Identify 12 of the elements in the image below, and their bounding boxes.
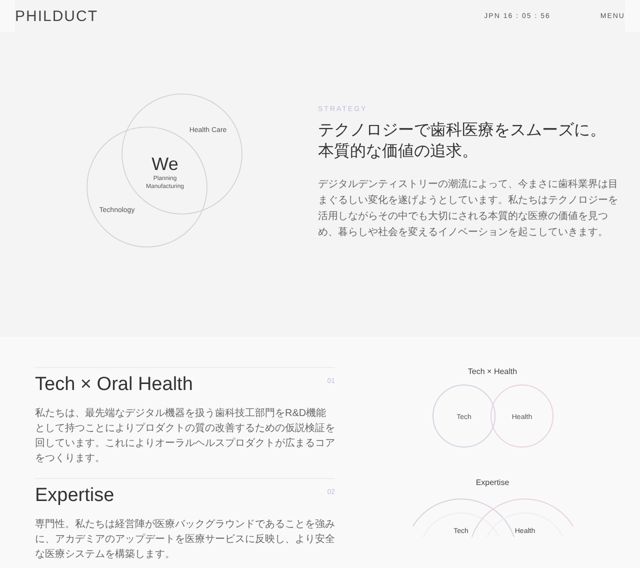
feature-paragraph: 専門性。私たちは経営陣が医療バックグラウンドであることを強みに、アカデミアのアップデートを医療サービスに反映し、より安全な医療システムを構築します。 <box>35 518 335 562</box>
diagram-title: Tech × Health <box>468 367 518 376</box>
venn-circle <box>432 384 495 448</box>
section-heading: テクノロジーで歯科医療をスムーズに。 本質的な価値の追求。 <box>318 121 607 162</box>
feature-title: Expertise <box>35 485 114 507</box>
diagram-center-title: We <box>152 154 178 174</box>
diagram-title: Expertise <box>476 478 510 487</box>
venn-circle <box>490 384 553 448</box>
section-paragraph: デジタルデンティストリーの潮流によって、今まさに歯科業界は目まぐるしい変化を遂げようとしています。私たちはテクノロジーを活用しながらその中でも大切にされる本質的な医療の価値を見つめ、暮らしや社会を変えるイノベーションを起こしていきます。 <box>318 178 618 240</box>
logo-wordmark[interactable]: PHILDUCT <box>15 8 98 24</box>
feature-title: Tech × Oral Health <box>35 374 193 396</box>
feature-paragraph: 私たちは、最先端なデジタル機器を扱う歯科技工部門をR&D機能として持つことによりプロダクトの質の改善するための仮説検証を回しています。これによりオーラルヘルスプロダクトが広まるコアをつくります。 <box>35 406 335 466</box>
